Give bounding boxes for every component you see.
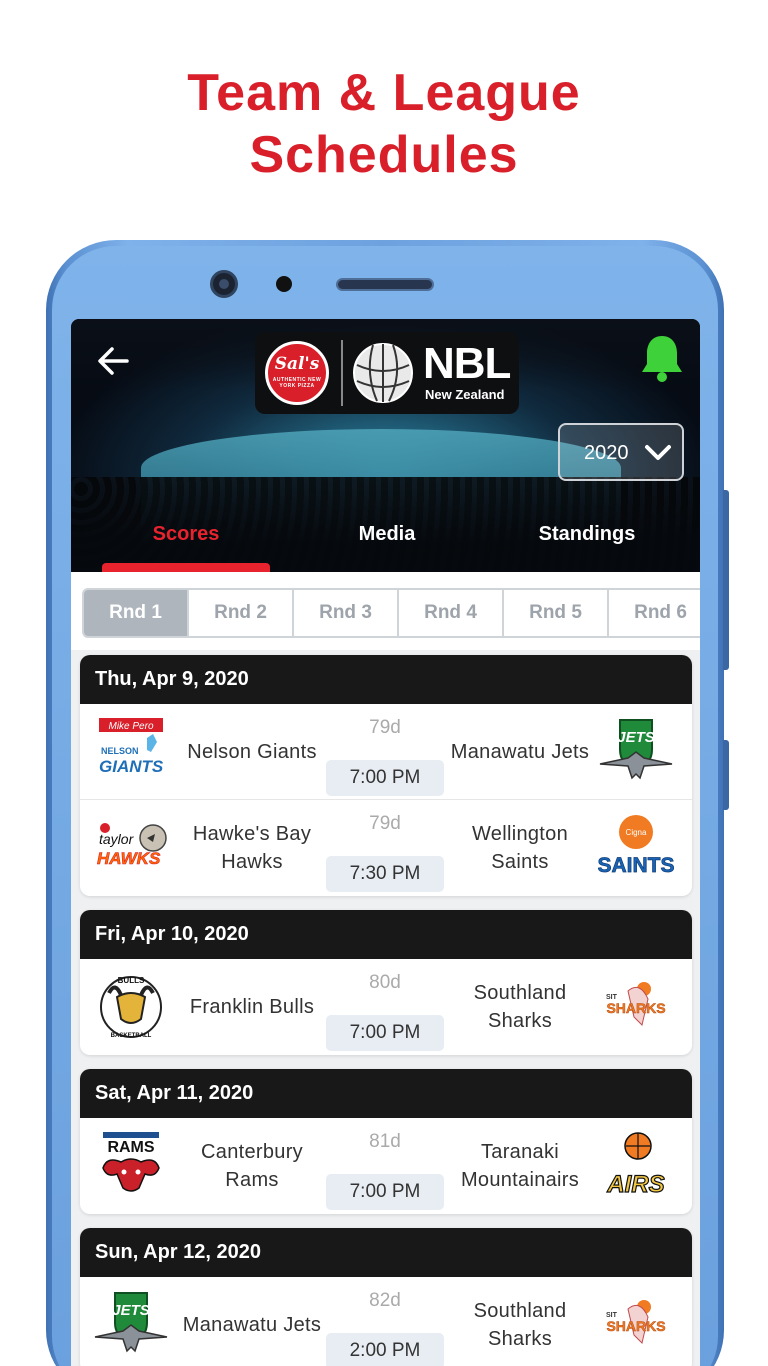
round-tab-3[interactable]: Rnd 3 bbox=[294, 590, 399, 636]
schedule-date-header: Thu, Apr 9, 2020 bbox=[80, 655, 692, 704]
round-tab-2[interactable]: Rnd 2 bbox=[189, 590, 294, 636]
nelson-giants-logo: Mike Pero NELSON GIANTS bbox=[99, 718, 164, 776]
schedule-date-header: Sat, Apr 11, 2020 bbox=[80, 1069, 692, 1118]
home-team-name: Nelson Giants bbox=[187, 741, 317, 763]
taranaki-airs-logo: AIRS bbox=[606, 1132, 665, 1199]
home-team-name: Franklin Bulls bbox=[189, 996, 315, 1018]
basketball-icon bbox=[353, 343, 413, 403]
canterbury-rams-logo: RAMS bbox=[102, 1132, 160, 1192]
game-row[interactable]: taylor HAWKS Hawke's Bay Hawks 79d 7:30 … bbox=[80, 800, 692, 896]
season-select[interactable]: 2020 bbox=[558, 423, 684, 481]
game-row[interactable]: Mike Pero NELSON GIANTS Nelson Giants 79… bbox=[80, 704, 692, 800]
headline-line-1: Team & League bbox=[187, 64, 581, 122]
proximity-sensor bbox=[276, 276, 292, 292]
saints-logo-sponsor: Cigna bbox=[626, 828, 647, 837]
schedule-day-card: Sat, Apr 11, 2020 RAMS Canterbury Rams 8… bbox=[80, 1069, 692, 1214]
home-team-name: Manawatu Jets bbox=[182, 1314, 322, 1336]
away-team-name: Wellington Saints bbox=[471, 823, 569, 873]
app-screen: Sal's AUTHENTIC NEW YORK PIZZA NBL New Z… bbox=[71, 319, 700, 1366]
hawkes-bay-hawks-logo: taylor HAWKS bbox=[97, 823, 167, 868]
game-countdown: 82d bbox=[369, 1290, 401, 1311]
rams-logo-name: RAMS bbox=[107, 1139, 154, 1156]
bulls-logo-subtext: BASKETBALL bbox=[111, 1033, 152, 1039]
game-countdown: 79d bbox=[369, 717, 401, 738]
game-row[interactable]: RAMS Canterbury Rams 81d 7:00 PM Taranak… bbox=[80, 1118, 692, 1214]
header-hero: Sal's AUTHENTIC NEW YORK PIZZA NBL New Z… bbox=[71, 319, 700, 572]
schedule-day-card: Fri, Apr 10, 2020 BULLS BASKETBALL Frank… bbox=[80, 910, 692, 1055]
schedule-date-header: Sun, Apr 12, 2020 bbox=[80, 1228, 692, 1277]
game-countdown: 81d bbox=[369, 1131, 401, 1152]
tab-scores[interactable]: Scores bbox=[111, 523, 261, 546]
schedule-day-card: Sun, Apr 12, 2020 JETS Manawatu Jets 82d… bbox=[80, 1228, 692, 1366]
away-team-name: Southland Sharks bbox=[473, 1300, 567, 1350]
saints-logo-name: SAINTS bbox=[598, 854, 674, 877]
sals-logo: Sal's AUTHENTIC NEW YORK PIZZA bbox=[265, 341, 329, 405]
nelson-logo-name: GIANTS bbox=[99, 757, 164, 776]
tab-media[interactable]: Media bbox=[312, 523, 462, 546]
earpiece-speaker bbox=[336, 278, 434, 291]
away-team-name: Manawatu Jets bbox=[450, 741, 590, 763]
game-row[interactable]: JETS Manawatu Jets 82d 2:00 PM Southland… bbox=[80, 1277, 692, 1366]
bell-icon[interactable] bbox=[639, 333, 685, 383]
game-countdown: 80d bbox=[369, 972, 401, 993]
hawks-logo-sponsor: taylor bbox=[99, 831, 135, 847]
home-team-name: Hawke's Bay Hawks bbox=[192, 823, 312, 873]
airs-logo-name: AIRS bbox=[606, 1171, 664, 1198]
southland-sharks-logo: SIT SHARKS bbox=[606, 1300, 666, 1344]
game-row[interactable]: BULLS BASKETBALL Franklin Bulls 80d 7:00… bbox=[80, 959, 692, 1055]
logo-divider bbox=[341, 340, 343, 406]
schedule-date-header: Fri, Apr 10, 2020 bbox=[80, 910, 692, 959]
tab-standings[interactable]: Standings bbox=[512, 523, 662, 546]
nelson-logo-word: NELSON bbox=[101, 746, 139, 756]
sals-logo-subtext: AUTHENTIC NEW YORK PIZZA bbox=[272, 377, 322, 389]
headline-line-2: Schedules bbox=[249, 126, 519, 184]
game-countdown: 79d bbox=[369, 813, 401, 834]
game-time: 2:00 PM bbox=[326, 1333, 444, 1366]
hawks-logo-name: HAWKS bbox=[97, 849, 161, 868]
chevron-down-icon bbox=[645, 445, 671, 460]
round-tabs: Rnd 1 Rnd 2 Rnd 3 Rnd 4 Rnd 5 Rnd 6 bbox=[82, 588, 700, 638]
sals-logo-text: Sal's bbox=[274, 354, 320, 374]
wellington-saints-logo: Cigna SAINTS bbox=[598, 815, 674, 877]
away-team-name: Taranaki Mountainairs bbox=[460, 1141, 580, 1191]
nbl-logo-subtext: New Zealand bbox=[425, 387, 505, 402]
tab-active-indicator bbox=[102, 563, 270, 572]
round-tab-6[interactable]: Rnd 6 bbox=[609, 590, 700, 636]
home-team-name: Canterbury Rams bbox=[201, 1141, 303, 1191]
round-selector: Rnd 1 Rnd 2 Rnd 3 Rnd 4 Rnd 5 Rnd 6 bbox=[71, 572, 700, 650]
header-logo: Sal's AUTHENTIC NEW YORK PIZZA NBL New Z… bbox=[255, 332, 519, 414]
jets-logo-text: JETS bbox=[617, 729, 655, 746]
manawatu-jets-logo: JETS bbox=[599, 719, 673, 780]
front-camera bbox=[210, 270, 238, 298]
jets-logo-text: JETS bbox=[112, 1302, 150, 1319]
game-time: 7:30 PM bbox=[326, 856, 444, 892]
round-tab-1[interactable]: Rnd 1 bbox=[84, 590, 189, 636]
arrow-left-icon[interactable] bbox=[93, 341, 133, 381]
away-team-name: Southland Sharks bbox=[473, 982, 567, 1032]
phone-side-button bbox=[723, 490, 729, 670]
game-time: 7:00 PM bbox=[326, 1015, 444, 1051]
sharks-logo-name: SHARKS bbox=[606, 1000, 665, 1016]
schedule-day-card: Thu, Apr 9, 2020 Mike Pero NELSON GIANTS… bbox=[80, 655, 692, 896]
nelson-logo-sponsor: Mike Pero bbox=[108, 721, 153, 732]
manawatu-jets-logo: JETS bbox=[94, 1292, 168, 1353]
game-time: 7:00 PM bbox=[326, 1174, 444, 1210]
game-time: 7:00 PM bbox=[326, 760, 444, 796]
schedule-list: Thu, Apr 9, 2020 Mike Pero NELSON GIANTS… bbox=[80, 655, 692, 1366]
franklin-bulls-logo: BULLS BASKETBALL bbox=[100, 976, 162, 1039]
season-select-value: 2020 bbox=[584, 442, 629, 464]
southland-sharks-logo: SIT SHARKS bbox=[606, 982, 666, 1026]
round-tab-5[interactable]: Rnd 5 bbox=[504, 590, 609, 636]
headline: Team & League Schedules bbox=[0, 62, 768, 186]
phone-side-button bbox=[723, 740, 729, 810]
round-tab-4[interactable]: Rnd 4 bbox=[399, 590, 504, 636]
bulls-logo-name: BULLS bbox=[118, 976, 145, 985]
nbl-logo-text: NBL bbox=[423, 339, 511, 388]
sharks-logo-name: SHARKS bbox=[606, 1318, 665, 1334]
